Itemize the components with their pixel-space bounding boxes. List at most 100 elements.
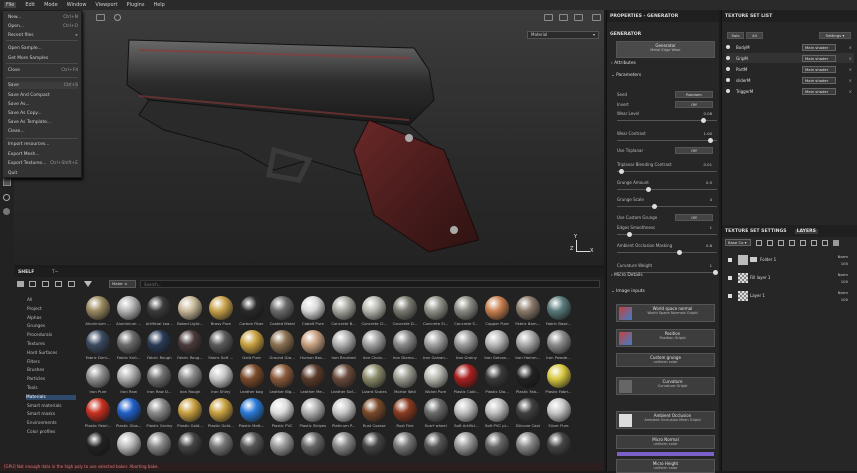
material-thumbnail[interactable] (300, 296, 325, 320)
material-thumbnail[interactable] (546, 296, 571, 320)
image-input-slot[interactable]: Custom grunge uniform color (616, 353, 715, 367)
category-item[interactable]: Environments (27, 421, 57, 426)
material-thumbnail[interactable] (178, 432, 203, 456)
file-menu-item[interactable]: New... Ctrl+N (8, 14, 78, 21)
category-item[interactable]: Color profiles (27, 430, 55, 435)
param-toggle[interactable]: Off (675, 101, 713, 108)
material-thumbnail[interactable] (393, 398, 417, 422)
parameters-section[interactable]: ⌄ Parameters (611, 73, 641, 78)
file-menu-item[interactable]: Save Ctrl+S (8, 82, 78, 89)
tab-shelf[interactable]: SHELF (18, 270, 34, 275)
material-thumbnail[interactable] (208, 398, 233, 422)
menu-plugins[interactable]: Plugins (127, 2, 145, 8)
texture-set-row[interactable]: BodyM Main shader × (726, 42, 854, 52)
slider-handle[interactable] (701, 118, 707, 123)
material-thumbnail[interactable] (300, 432, 325, 456)
add-mask-icon[interactable] (789, 240, 795, 246)
settings-icon[interactable] (3, 208, 10, 215)
duplicate-icon[interactable] (822, 240, 828, 246)
shader-select[interactable]: Main shader (802, 54, 836, 62)
close-icon[interactable]: × (849, 78, 852, 83)
slider-handle[interactable] (626, 232, 632, 237)
material-thumbnail[interactable] (239, 364, 264, 388)
material-thumbnail[interactable] (546, 364, 571, 388)
image-input-slot[interactable]: Ambient Occlusion Ambient Occlusion Mesh … (616, 411, 715, 429)
add-effect-icon[interactable] (800, 240, 806, 246)
image-input-slot[interactable]: Curvature Curvature Gripbl (616, 377, 715, 395)
shader-select[interactable]: Main shader (802, 87, 836, 95)
layer-row[interactable]: Layer 1 Norm 100 (724, 289, 856, 305)
micro-normal-color-swatch[interactable] (617, 452, 714, 456)
material-thumbnail[interactable] (116, 364, 141, 388)
material-thumbnail[interactable] (485, 330, 510, 354)
material-thumbnail[interactable] (178, 330, 203, 354)
param-slider[interactable] (617, 250, 717, 255)
category-item[interactable]: Materials (26, 394, 76, 400)
material-thumbnail[interactable] (270, 330, 295, 354)
tab-layers[interactable]: LAYERS (794, 228, 818, 234)
material-thumbnail[interactable] (393, 296, 417, 320)
material-thumbnail[interactable] (116, 296, 141, 320)
category-item[interactable]: Procedurals (27, 333, 52, 338)
material-thumbnail[interactable] (270, 296, 295, 320)
material-thumbnail[interactable] (331, 330, 356, 354)
material-thumbnail[interactable] (331, 364, 356, 388)
material-thumbnail[interactable] (362, 296, 387, 320)
shelf-search-input[interactable] (140, 280, 600, 288)
material-thumbnail[interactable] (208, 296, 233, 320)
texture-set-row[interactable]: PartM Main shader × (726, 64, 854, 74)
shader-select[interactable]: Main shader (802, 65, 836, 73)
material-thumbnail[interactable] (454, 296, 479, 320)
file-menu-item[interactable]: Clean... (8, 128, 78, 135)
material-thumbnail[interactable] (423, 398, 448, 422)
close-icon[interactable]: × (849, 56, 852, 61)
material-thumbnail[interactable] (454, 330, 479, 354)
category-item[interactable]: Project (27, 307, 42, 312)
material-thumbnail[interactable] (423, 296, 448, 320)
material-thumbnail[interactable] (515, 296, 540, 320)
material-thumbnail[interactable] (331, 296, 356, 320)
camera-icon[interactable] (96, 14, 105, 21)
file-menu-item[interactable]: Open Sample... (8, 45, 78, 52)
menu-file[interactable]: File (4, 2, 17, 8)
material-thumbnail[interactable] (300, 364, 325, 388)
file-menu-item[interactable]: Save As Copy... (8, 110, 78, 117)
file-menu-item[interactable]: Save As... (8, 101, 78, 108)
add-icon[interactable] (68, 281, 75, 287)
param-slider[interactable] (617, 138, 717, 143)
material-thumbnail[interactable] (485, 432, 510, 456)
file-menu-item[interactable]: Recent files ▸ (8, 32, 78, 39)
category-item[interactable]: Grunges (27, 324, 45, 329)
trash-icon[interactable] (833, 240, 839, 246)
slider-handle[interactable] (618, 169, 624, 174)
material-thumbnail[interactable] (208, 432, 233, 456)
slider-handle[interactable] (713, 270, 718, 275)
material-thumbnail[interactable] (515, 330, 540, 354)
close-icon[interactable]: × (849, 67, 852, 72)
filter-icon[interactable] (84, 281, 92, 287)
material-thumbnail[interactable] (546, 330, 571, 354)
reset-icon[interactable] (114, 14, 121, 21)
visibility-dot-icon[interactable] (726, 56, 730, 60)
material-thumbnail[interactable] (86, 296, 110, 320)
material-thumbnail[interactable] (423, 364, 448, 388)
material-thumbnail[interactable] (239, 398, 264, 422)
material-thumbnail[interactable] (178, 398, 203, 422)
material-thumbnail[interactable] (147, 364, 172, 388)
material-thumbnail[interactable] (393, 364, 417, 388)
solo-button[interactable]: Solo (727, 32, 744, 39)
layer-blend-mode[interactable]: Norm (838, 254, 848, 259)
add-layer-icon[interactable] (778, 240, 784, 246)
image-input-slot[interactable]: Position Position Gripbl (616, 329, 715, 347)
file-menu-item[interactable]: Export Mesh... (8, 151, 78, 158)
material-thumbnail[interactable] (147, 330, 172, 354)
slider-handle[interactable] (651, 204, 657, 209)
param-toggle[interactable]: Off (675, 147, 713, 154)
visibility-dot-icon[interactable] (726, 78, 730, 82)
slider-handle[interactable] (645, 187, 651, 192)
material-thumbnail[interactable] (208, 364, 233, 388)
param-slider[interactable] (617, 118, 717, 123)
layer-opacity[interactable]: 100 (841, 279, 848, 284)
material-thumbnail[interactable] (178, 296, 203, 320)
import-icon[interactable] (42, 281, 49, 287)
